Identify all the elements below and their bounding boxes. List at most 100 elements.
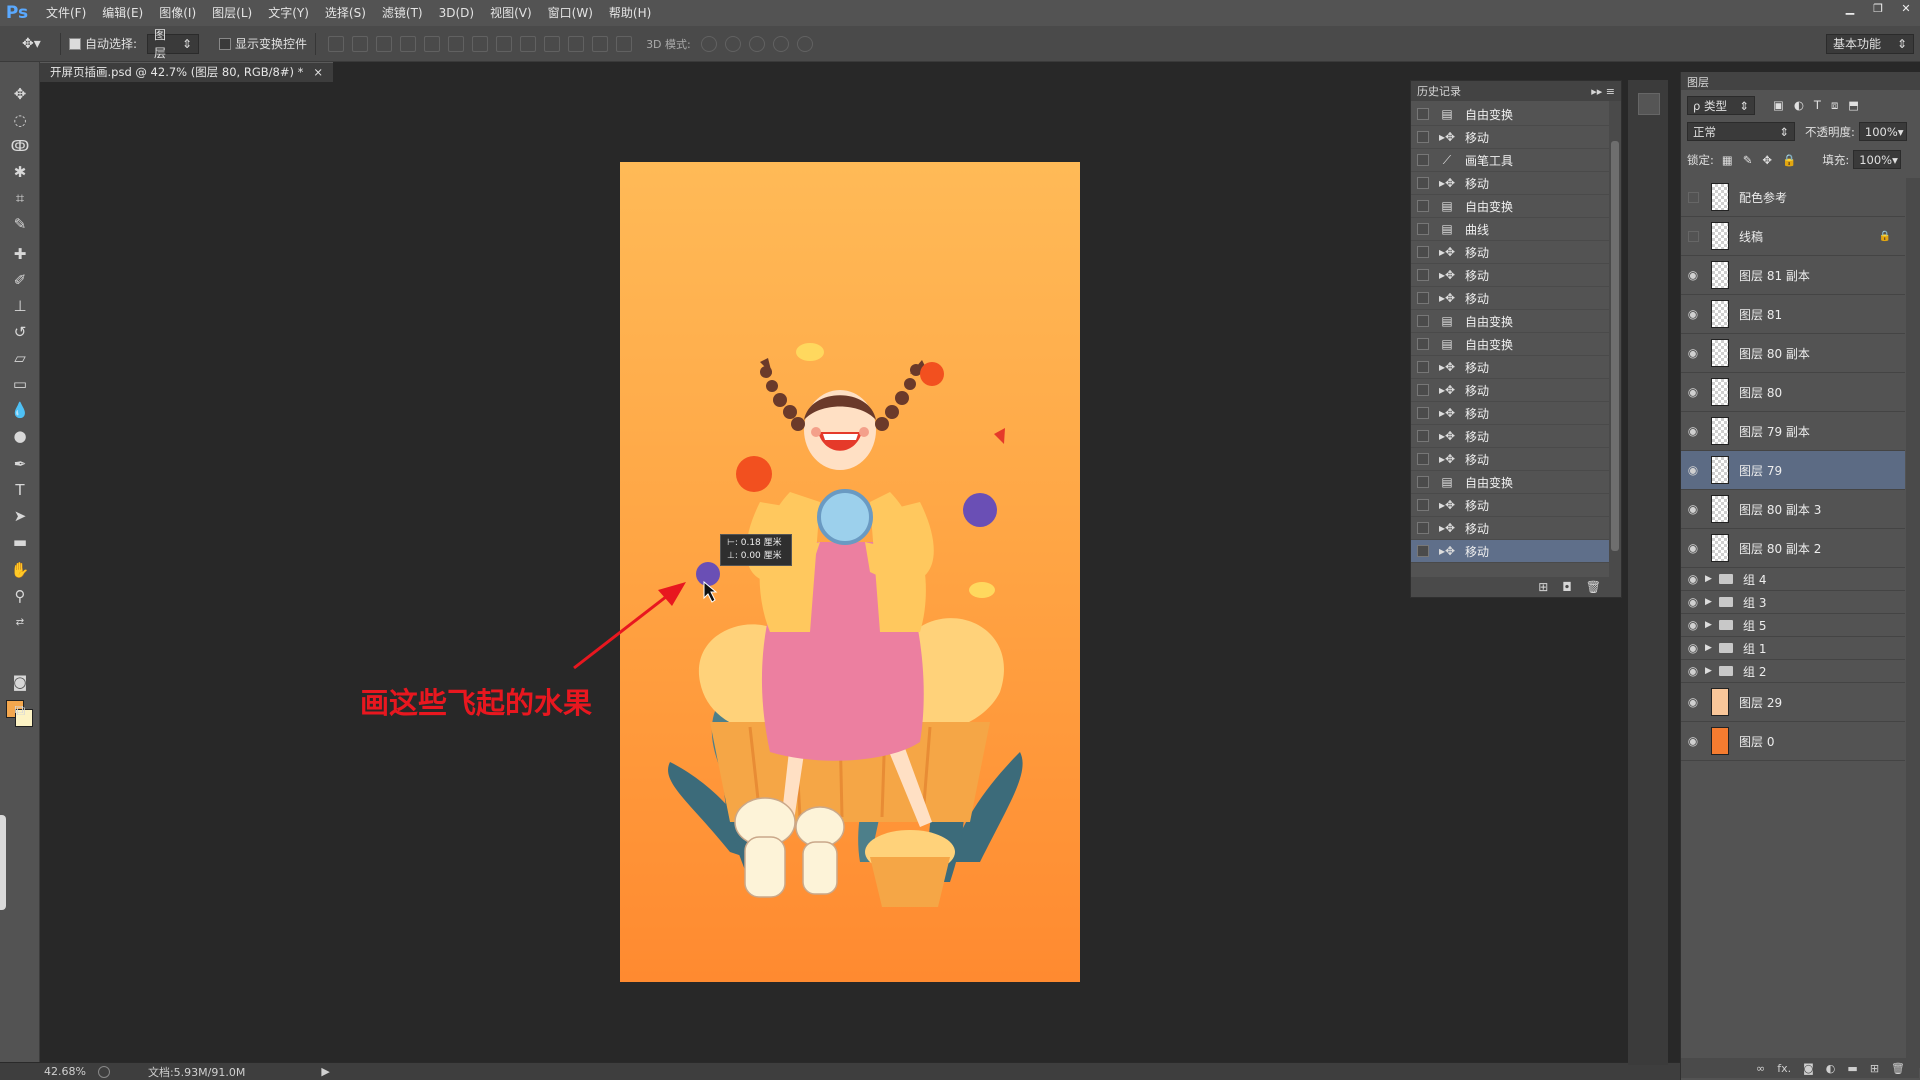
auto-select-checkbox[interactable] (69, 37, 81, 50)
layer-row[interactable]: ◉ 图层 81 (1681, 295, 1905, 334)
history-item[interactable]: ▸✥ 移动 (1411, 264, 1609, 287)
history-source-checkbox[interactable] (1417, 246, 1429, 258)
drag-3d-icon[interactable] (748, 35, 765, 52)
history-source-checkbox[interactable] (1417, 430, 1429, 442)
history-item[interactable]: ▤ 自由变换 (1411, 195, 1609, 218)
layers-scrollbar[interactable] (1906, 178, 1920, 1068)
history-source-checkbox[interactable] (1417, 223, 1429, 235)
layer-group-row[interactable]: ◉ ▶ 组 5 (1681, 614, 1905, 637)
distribute-vcenter-icon[interactable] (496, 35, 513, 52)
lock-brush-icon[interactable]: ✎ (1743, 153, 1753, 167)
layer-row[interactable]: ◉ 图层 79 (1681, 451, 1905, 490)
layer-style-icon[interactable]: fx. (1777, 1062, 1791, 1075)
history-source-checkbox[interactable] (1417, 545, 1429, 557)
history-source-checkbox[interactable] (1417, 131, 1429, 143)
history-item[interactable]: ▸✥ 移动 (1411, 494, 1609, 517)
history-item[interactable]: ▸✥ 移动 (1411, 517, 1609, 540)
screen-mode-icon[interactable]: ⧉ (8, 698, 32, 722)
zoom-tool-icon[interactable]: ⚲ (8, 584, 32, 608)
distribute-right-icon[interactable] (592, 35, 609, 52)
eye-icon[interactable]: ◉ (1681, 572, 1705, 586)
filter-type-icon[interactable]: T (1814, 98, 1821, 113)
expand-caret-icon[interactable]: ▶ (1705, 620, 1719, 630)
history-item[interactable]: ▸✥ 移动 (1411, 540, 1609, 563)
auto-align-icon[interactable] (616, 35, 633, 52)
eye-icon[interactable]: ◉ (1681, 664, 1705, 678)
eye-icon[interactable]: ◉ (1681, 268, 1705, 282)
show-transform-checkbox[interactable] (219, 37, 232, 50)
layer-row[interactable]: ◉ 图层 29 (1681, 683, 1905, 722)
history-source-checkbox[interactable] (1417, 154, 1429, 166)
eyedropper-icon[interactable]: ✎ (8, 212, 32, 236)
eye-icon[interactable]: ◉ (1681, 502, 1705, 516)
align-right-icon[interactable] (448, 35, 465, 52)
menu-item[interactable]: 视图(V) (482, 0, 540, 26)
trash-icon[interactable]: 🗑 (1586, 580, 1601, 594)
history-source-checkbox[interactable] (1417, 407, 1429, 419)
history-brush-icon[interactable]: ↺ (8, 320, 32, 344)
eye-icon[interactable]: ◉ (1681, 463, 1705, 477)
menu-item[interactable]: 窗口(W) (540, 0, 601, 26)
filter-shape-icon[interactable]: ⧈ (1831, 98, 1838, 113)
new-layer-icon[interactable]: ⊞ (1870, 1062, 1879, 1075)
stamp-tool-icon[interactable]: ⊥ (8, 294, 32, 318)
fill-input[interactable]: 100% ▾ (1853, 150, 1902, 169)
history-source-checkbox[interactable] (1417, 269, 1429, 281)
history-source-checkbox[interactable] (1417, 453, 1429, 465)
history-item[interactable]: ▸✥ 移动 (1411, 126, 1609, 149)
adjustment-layer-icon[interactable]: ◐ (1826, 1062, 1836, 1075)
layer-row[interactable]: 配色参考 (1681, 178, 1905, 217)
menu-item[interactable]: 选择(S) (317, 0, 374, 26)
align-vcenter-icon[interactable] (352, 35, 369, 52)
history-item[interactable]: ▸✥ 移动 (1411, 425, 1609, 448)
menu-item[interactable]: 编辑(E) (94, 0, 151, 26)
history-source-checkbox[interactable] (1417, 338, 1429, 350)
link-layers-icon[interactable]: ∞ (1756, 1062, 1765, 1075)
eye-icon[interactable]: ◉ (1681, 734, 1705, 748)
restore-icon[interactable]: ❐ (1864, 0, 1892, 16)
eye-icon[interactable]: ◉ (1681, 307, 1705, 321)
roll-3d-icon[interactable] (724, 35, 741, 52)
distribute-hcenter-icon[interactable] (568, 35, 585, 52)
lasso-tool-icon[interactable]: ↂ (8, 134, 32, 158)
workspace-switcher[interactable]: 基本功能 ⇕ (1826, 33, 1914, 54)
minimize-icon[interactable]: ▁ (1836, 0, 1864, 16)
history-item[interactable]: ▸✥ 移动 (1411, 356, 1609, 379)
lock-all-icon[interactable]: 🔒 (1782, 153, 1796, 167)
menu-item[interactable]: 文字(Y) (260, 0, 317, 26)
history-item[interactable]: ▤ 自由变换 (1411, 310, 1609, 333)
expand-caret-icon[interactable]: ▶ (1705, 597, 1719, 607)
eye-icon[interactable]: ◉ (1681, 595, 1705, 609)
expand-caret-icon[interactable]: ▶ (1705, 643, 1719, 653)
panel-handle[interactable] (0, 815, 6, 910)
distribute-left-icon[interactable] (544, 35, 561, 52)
history-item[interactable]: ▤ 自由变换 (1411, 333, 1609, 356)
crop-tool-icon[interactable]: ⌗ (8, 186, 32, 210)
filter-smart-icon[interactable]: ⬒ (1848, 98, 1859, 113)
eye-icon[interactable]: ◉ (1681, 424, 1705, 438)
layer-group-row[interactable]: ◉ ▶ 组 4 (1681, 568, 1905, 591)
distribute-top-icon[interactable] (472, 35, 489, 52)
history-source-checkbox[interactable] (1417, 522, 1429, 534)
menu-item[interactable]: 3D(D) (431, 0, 482, 26)
lock-pixels-icon[interactable]: ▦ (1722, 153, 1733, 167)
history-scrollbar[interactable] (1609, 101, 1621, 579)
history-source-checkbox[interactable] (1417, 200, 1429, 212)
align-bottom-icon[interactable] (376, 35, 393, 52)
layer-row[interactable]: ◉ 图层 81 副本 (1681, 256, 1905, 295)
path-select-icon[interactable]: ➤ (8, 504, 32, 528)
blur-tool-icon[interactable]: 💧 (8, 398, 32, 422)
brush-tool-icon[interactable]: ✐ (8, 268, 32, 292)
eye-icon[interactable]: ◉ (1681, 541, 1705, 555)
blend-mode-dropdown[interactable]: 正常 ⇕ (1687, 122, 1795, 141)
eye-icon[interactable]: ◉ (1681, 346, 1705, 360)
history-source-checkbox[interactable] (1417, 499, 1429, 511)
history-item[interactable]: ⟋ 画笔工具 (1411, 149, 1609, 172)
layer-row[interactable]: ◉ 图层 80 副本 (1681, 334, 1905, 373)
zoom-level[interactable]: 42.68% (44, 1065, 86, 1078)
distribute-bottom-icon[interactable] (520, 35, 537, 52)
status-menu-arrow-icon[interactable]: ▶ (321, 1065, 329, 1078)
filter-adjust-icon[interactable]: ◐ (1794, 98, 1804, 113)
layer-row[interactable]: ◉ 图层 0 (1681, 722, 1905, 761)
history-item[interactable]: ▸✥ 移动 (1411, 448, 1609, 471)
